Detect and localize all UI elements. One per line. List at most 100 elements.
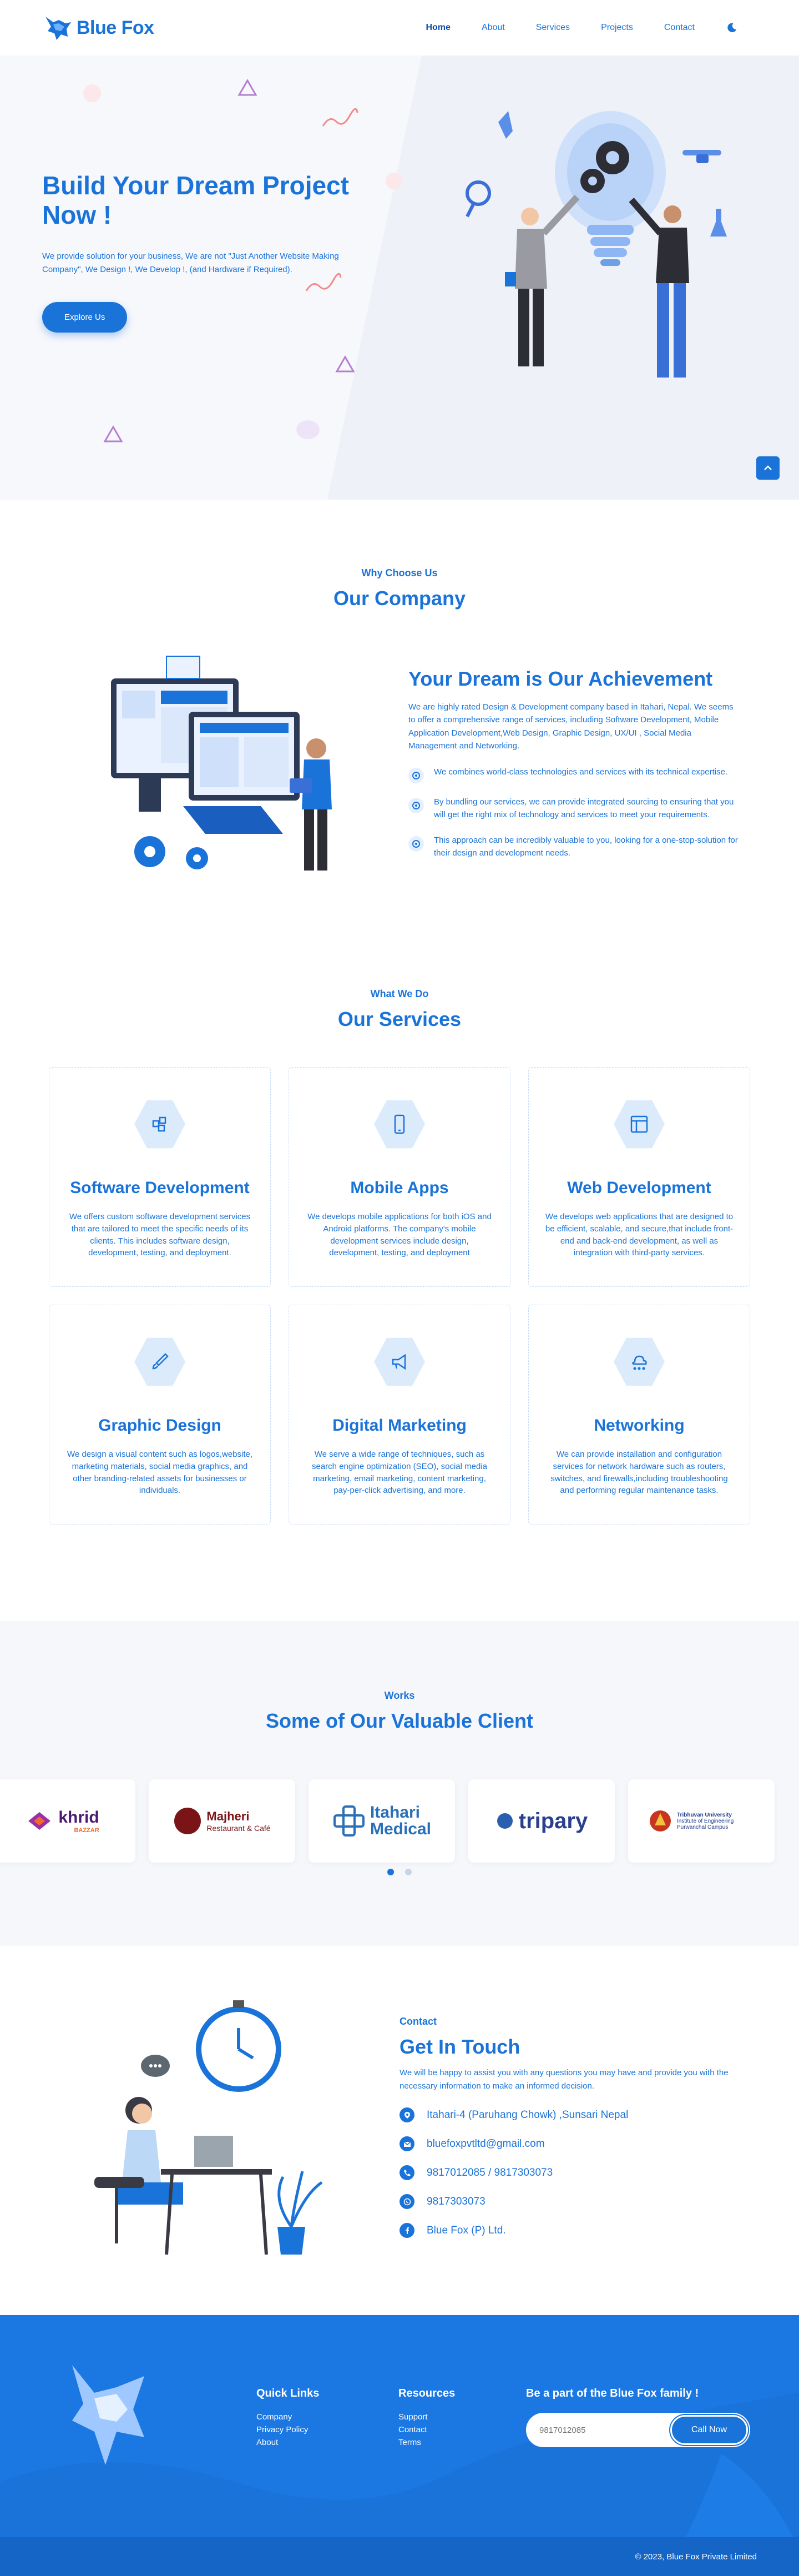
service-desc: We can provide installation and configur…: [550, 1450, 728, 1496]
services-title: Our Services: [337, 1008, 462, 1030]
target-icon: [408, 768, 424, 783]
contact-phone[interactable]: 9817012085 / 9817303073: [400, 2165, 755, 2180]
layout-icon: [614, 1100, 665, 1149]
service-title: Mobile Apps: [350, 1179, 449, 1197]
support-agent-illustration: [94, 2000, 323, 2255]
client-name: tripary: [518, 1808, 588, 1833]
contact-description: We will be happy to assist you with any …: [400, 2068, 729, 2091]
why-eyebrow: Why Choose Us: [361, 567, 438, 578]
phone-input[interactable]: [539, 2425, 667, 2435]
whatsapp-icon: [400, 2194, 414, 2209]
lightbulb-illustration: [466, 111, 727, 378]
mail-icon: [400, 2136, 414, 2151]
clients-section: Works Some of Our Valuable Client khrid …: [0, 1621, 799, 1946]
mobile-icon: [374, 1100, 425, 1149]
cubes-icon: [134, 1100, 185, 1149]
carousel-dot[interactable]: [405, 1869, 412, 1875]
client-logo-carousel[interactable]: khrid BAZZAR Majheri Restaurant & Café I…: [0, 1779, 799, 1863]
contact-text-value: Blue Fox (P) Ltd.: [427, 2224, 506, 2236]
why-text: Your Dream is Our Achievement We are hig…: [408, 667, 741, 872]
target-icon: [408, 798, 424, 813]
brand-logo[interactable]: Blue Fox: [42, 12, 154, 43]
fox-logo-icon: [45, 17, 71, 40]
point-text: We combines world-class technologies and…: [434, 767, 728, 777]
why-section: Why Choose Us Our Company Your Dream is …: [0, 500, 799, 966]
service-card-graphic[interactable]: Graphic Design We design a visual conten…: [49, 1305, 271, 1525]
clients-title: Some of Our Valuable Client: [265, 1709, 534, 1732]
majheri-logo-icon: [174, 1808, 201, 1834]
service-title: Networking: [594, 1416, 685, 1435]
chevron-up-icon: [764, 465, 772, 470]
footer-link-about[interactable]: About: [256, 2438, 319, 2447]
nav-contact[interactable]: Contact: [664, 23, 695, 33]
contact-whatsapp[interactable]: 9817303073: [400, 2194, 755, 2209]
triangle-decoration: [335, 355, 355, 373]
carousel-dots: [0, 1869, 799, 1875]
services-section: What We Do Our Services Software Develop…: [0, 966, 799, 1621]
service-desc: We offers custom software development se…: [69, 1212, 251, 1258]
list-item: This approach can be incredibly valuable…: [408, 834, 741, 860]
contact-facebook[interactable]: Blue Fox (P) Ltd.: [400, 2223, 755, 2238]
footer-heading: Be a part of the Blue Fox family !: [526, 2387, 699, 2399]
contact-text: Contact Get In Touch We will be happy to…: [400, 2016, 755, 2252]
explore-button[interactable]: Explore Us: [42, 301, 128, 333]
blob-decoration: [296, 420, 320, 439]
carousel-dot[interactable]: [387, 1869, 394, 1875]
client-logo-itahari-medical[interactable]: Itahari Medical: [309, 1779, 455, 1863]
footer-link-privacy[interactable]: Privacy Policy: [256, 2425, 319, 2434]
why-title: Our Company: [333, 587, 466, 610]
service-card-networking[interactable]: Networking We can provide installation a…: [528, 1305, 750, 1525]
contact-address[interactable]: Itahari-4 (Paruhang Chowk) ,Sunsari Nepa…: [400, 2107, 755, 2122]
client-name: Majheri: [206, 1809, 250, 1823]
contact-text-value: 9817012085 / 9817303073: [427, 2166, 553, 2178]
nav-home[interactable]: Home: [426, 23, 450, 33]
moon-icon[interactable]: [726, 22, 738, 34]
service-card-marketing[interactable]: Digital Marketing We serve a wide range …: [289, 1305, 510, 1525]
client-sub: Institute of Engineering Purwanchal Camp…: [677, 1818, 734, 1830]
blob-decoration: [83, 84, 101, 102]
footer-heading: Quick Links: [256, 2387, 320, 2399]
list-item: We combines world-class technologies and…: [408, 766, 741, 783]
client-name: Tribhuvan University: [677, 1812, 732, 1818]
hero-subtitle: We provide solution for your business, W…: [42, 251, 339, 274]
client-logo-majheri[interactable]: Majheri Restaurant & Café: [149, 1779, 295, 1863]
footer-link-support[interactable]: Support: [398, 2412, 455, 2422]
triangle-decoration: [103, 425, 123, 442]
footer-resources: Resources Support Contact Terms: [398, 2387, 455, 2451]
client-name: khrid: [58, 1808, 99, 1827]
list-item: By bundling our services, we can provide…: [408, 796, 741, 822]
why-heading: Your Dream is Our Achievement: [408, 667, 713, 690]
phone-icon: [400, 2165, 414, 2180]
service-title: Digital Marketing: [332, 1416, 467, 1435]
contact-section: Contact Get In Touch We will be happy to…: [0, 1946, 799, 2315]
client-name: Itahari: [370, 1803, 420, 1822]
why-points: We combines world-class technologies and…: [408, 766, 741, 859]
service-card-software[interactable]: Software Development We offers custom so…: [49, 1067, 271, 1287]
footer-join: Be a part of the Blue Fox family !: [526, 2387, 699, 2400]
nav-about[interactable]: About: [482, 23, 505, 33]
contact-email[interactable]: bluefoxpvtltd@gmail.com: [400, 2136, 755, 2151]
location-icon: [400, 2107, 414, 2122]
hero-section: Build Your Dream Project Now ! We provid…: [0, 56, 799, 500]
medical-cross-icon: [333, 1805, 365, 1837]
client-logo-khrid[interactable]: khrid BAZZAR: [0, 1779, 135, 1863]
client-logo-tribhuvan[interactable]: Tribhuvan University Institute of Engine…: [628, 1779, 775, 1863]
nav-projects[interactable]: Projects: [601, 23, 633, 33]
service-card-mobile[interactable]: Mobile Apps We develops mobile applicati…: [289, 1067, 510, 1287]
copyright-text: © 2023, Blue Fox Private Limited: [635, 2552, 757, 2562]
point-text: By bundling our services, we can provide…: [434, 797, 734, 820]
service-title: Web Development: [567, 1179, 711, 1197]
footer-link-contact[interactable]: Contact: [398, 2425, 455, 2434]
contact-eyebrow: Contact: [400, 2016, 437, 2027]
services-grid: Software Development We offers custom so…: [49, 1067, 750, 1525]
service-card-web[interactable]: Web Development We develops web applicat…: [528, 1067, 750, 1287]
client-logo-tripary[interactable]: tripary: [468, 1779, 615, 1863]
site-footer: Quick Links Company Privacy Policy About…: [0, 2315, 799, 2576]
footer-link-company[interactable]: Company: [256, 2412, 319, 2422]
nav-services[interactable]: Services: [536, 23, 570, 33]
scroll-top-button[interactable]: [756, 456, 780, 480]
call-now-button[interactable]: Call Now: [670, 2415, 748, 2445]
call-form: Call Now: [526, 2413, 750, 2447]
contact-title: Get In Touch: [400, 2035, 520, 2058]
footer-link-terms[interactable]: Terms: [398, 2438, 455, 2447]
